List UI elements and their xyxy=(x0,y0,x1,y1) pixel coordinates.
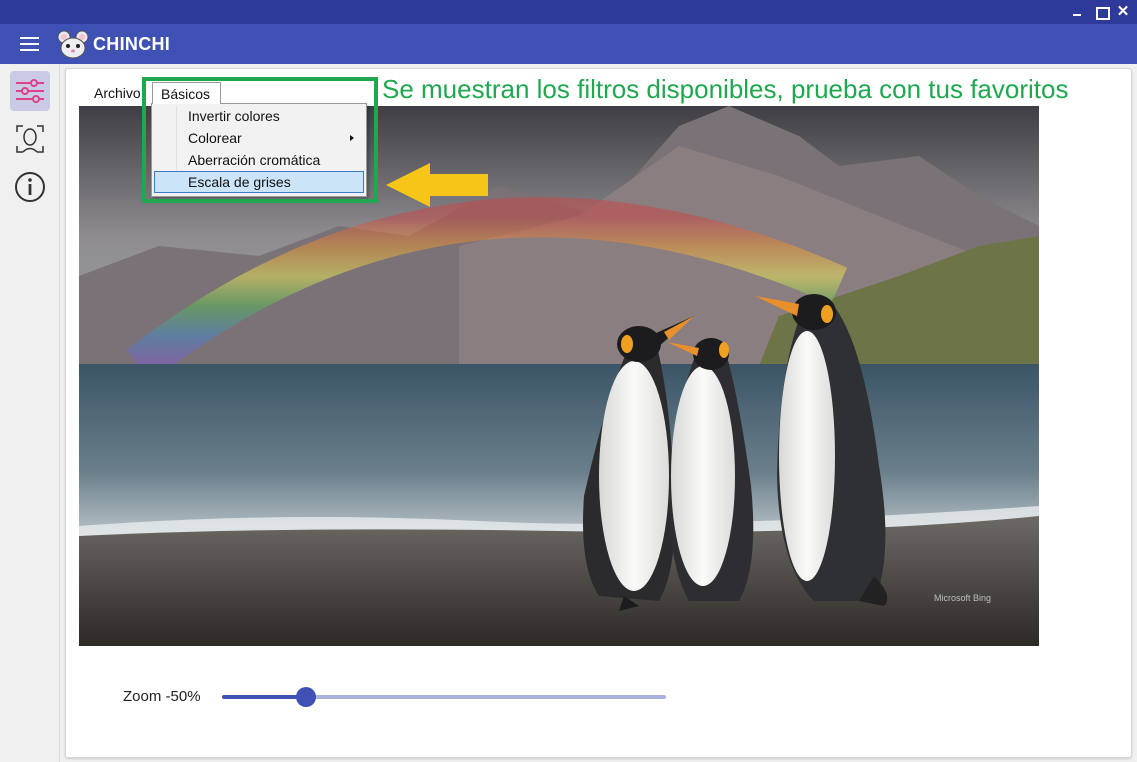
basicos-dropdown: Invertir colores Colorear Aberración cro… xyxy=(151,103,367,197)
menu-item-escala-de-grises[interactable]: Escala de grises xyxy=(154,171,364,193)
face-scan-icon xyxy=(16,125,44,153)
sidebar-item-face[interactable] xyxy=(10,119,50,159)
menu-item-label: Colorear xyxy=(188,130,242,146)
menu-archivo[interactable]: Archivo xyxy=(94,85,141,101)
menu-item-invertir-colores[interactable]: Invertir colores xyxy=(154,105,364,127)
menu-item-aberracion-cromatica[interactable]: Aberración cromática xyxy=(154,149,364,171)
zoom-label: Zoom -50% xyxy=(123,688,201,705)
minimize-button[interactable] xyxy=(1069,4,1085,20)
window-titlebar: ✕ xyxy=(0,0,1137,24)
info-icon xyxy=(15,172,45,202)
sliders-icon xyxy=(16,79,44,103)
app-title: CHINCHI xyxy=(93,34,171,54)
menu-item-label: Invertir colores xyxy=(188,108,280,124)
sidebar-item-info[interactable] xyxy=(10,167,50,207)
menu-icon[interactable] xyxy=(20,36,40,52)
chinchilla-logo xyxy=(57,30,89,59)
menu-item-label: Escala de grises xyxy=(188,174,291,190)
app-bar: CHINCHI xyxy=(0,24,1137,64)
sidebar xyxy=(0,64,60,762)
menu-basicos[interactable]: Básicos xyxy=(152,82,221,104)
close-button[interactable]: ✕ xyxy=(1115,4,1131,20)
bing-watermark: Microsoft Bing xyxy=(934,593,991,603)
maximize-button[interactable] xyxy=(1093,4,1110,20)
slider-fill xyxy=(222,695,307,699)
menu-item-label: Aberración cromática xyxy=(188,152,321,168)
menu-item-colorear[interactable]: Colorear xyxy=(154,127,364,149)
left-arrow-icon xyxy=(386,163,488,207)
annotation-text: Se muestran los filtros disponibles, pru… xyxy=(382,74,1069,104)
sidebar-item-filters[interactable] xyxy=(10,71,50,111)
zoom-slider[interactable] xyxy=(222,686,666,708)
slider-thumb[interactable] xyxy=(296,687,317,707)
submenu-arrow-icon xyxy=(350,135,354,141)
